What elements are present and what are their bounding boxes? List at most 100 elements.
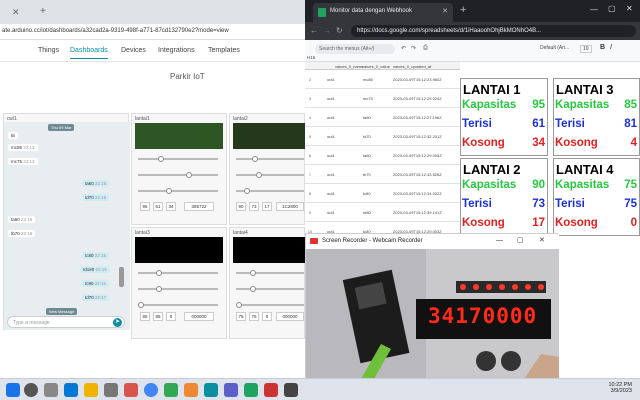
table-cell[interactable]: mc75 <box>363 96 373 101</box>
table-cell[interactable]: 2023-03-09T15:12:32.201Z <box>393 134 442 139</box>
table-cell[interactable]: out1 <box>327 172 335 177</box>
row-number[interactable]: 2 <box>305 77 315 82</box>
back-icon[interactable]: ← <box>310 26 318 35</box>
row-number[interactable]: 7 <box>305 172 315 177</box>
slider-knob[interactable] <box>256 172 262 178</box>
message-input[interactable]: Type a message ➤ <box>7 316 125 328</box>
table-cell[interactable]: td70 <box>363 134 371 139</box>
value-field[interactable]: 000000 <box>276 312 304 321</box>
table-cell[interactable]: 2023-03-09T15:12:33.526Z <box>393 172 442 177</box>
table-row[interactable]: 9 out1 td80 2023-03-09T15:12:39.141Z <box>305 203 460 221</box>
table-row[interactable]: 4 out1 ta60 2023-03-09T15:12:27.196Z <box>305 108 460 126</box>
nav-dashboards[interactable]: Dashboards <box>70 47 108 59</box>
send-icon[interactable]: ➤ <box>113 318 122 327</box>
row-number[interactable]: 6 <box>305 153 315 158</box>
slider-knob[interactable] <box>156 270 162 276</box>
left-url-text[interactable]: ate.arduino.cc/iot/dashboards/a32cad2a-9… <box>2 28 229 34</box>
start-icon[interactable] <box>6 383 20 397</box>
recorder-icon[interactable] <box>264 383 278 397</box>
slider-knob[interactable] <box>138 302 144 308</box>
italic-icon[interactable]: I <box>610 44 612 51</box>
value-field[interactable]: 61 <box>153 202 163 211</box>
table-cell[interactable]: out1 <box>327 134 335 139</box>
nav-integrations[interactable]: Integrations <box>158 47 195 54</box>
slider-knob[interactable] <box>236 302 242 308</box>
slider-knob[interactable] <box>250 270 256 276</box>
table-row[interactable]: 7 out1 tb70 2023-03-09T15:12:33.526Z <box>305 165 460 183</box>
new-message-pill[interactable]: New Message <box>46 308 78 315</box>
close-tab-icon[interactable]: ✕ <box>442 7 448 15</box>
value-field[interactable]: 17 <box>262 202 272 211</box>
table-cell[interactable]: tc80 <box>363 191 371 196</box>
table-cell[interactable]: 2023-03-09T15:12:23.960Z <box>393 77 442 82</box>
teams-icon[interactable] <box>224 383 238 397</box>
new-tab-icon[interactable]: + <box>40 6 46 17</box>
value-field[interactable]: 0 <box>262 312 272 321</box>
value-field[interactable]: 95 <box>140 202 150 211</box>
cell-ref[interactable]: H16 <box>307 55 315 60</box>
undo-icon[interactable]: ↶ <box>401 45 406 52</box>
slider[interactable] <box>138 188 218 194</box>
print-icon[interactable]: ⎙ <box>423 45 428 52</box>
slider-knob[interactable] <box>252 156 258 162</box>
message-scrollbar[interactable] <box>119 267 124 287</box>
font-size-field[interactable]: 10 <box>580 45 592 53</box>
slider[interactable] <box>236 270 304 276</box>
value-field[interactable]: 1C2800 <box>276 202 304 211</box>
slider-knob[interactable] <box>244 188 250 194</box>
value-field[interactable]: 75 <box>249 312 259 321</box>
table-cell[interactable]: 2023-03-09T15:12:39.141Z <box>393 210 442 215</box>
value-field[interactable]: 000000 <box>184 312 214 321</box>
slider-knob[interactable] <box>250 286 256 292</box>
left-address-bar[interactable]: ate.arduino.cc/iot/dashboards/a32cad2a-9… <box>0 24 305 40</box>
value-field[interactable]: 85 <box>140 312 150 321</box>
table-cell[interactable]: 2023-03-09T15:12:29.005Z <box>393 153 442 158</box>
slider[interactable] <box>236 188 304 194</box>
row-number[interactable]: 5 <box>305 134 315 139</box>
slider[interactable] <box>236 172 304 178</box>
slider[interactable] <box>138 172 218 178</box>
table-cell[interactable]: mc85 <box>363 77 373 82</box>
close-tab-icon[interactable]: ✕ <box>12 7 20 18</box>
slider[interactable] <box>138 270 218 276</box>
table-row[interactable]: 3 out1 mc75 2023-03-09T15:12:25.024Z <box>305 89 460 107</box>
file-explorer-icon[interactable] <box>84 383 98 397</box>
spotify-icon[interactable] <box>164 383 178 397</box>
table-cell[interactable]: ta60 <box>363 115 371 120</box>
slider-knob[interactable] <box>156 286 162 292</box>
edge-icon[interactable] <box>64 383 78 397</box>
nav-devices[interactable]: Devices <box>121 47 146 54</box>
store-icon[interactable] <box>104 383 118 397</box>
slider-knob[interactable] <box>158 156 164 162</box>
chrome-icon[interactable] <box>144 383 158 397</box>
slider[interactable] <box>236 156 304 162</box>
slider[interactable] <box>236 302 304 308</box>
slider-knob[interactable] <box>166 188 172 194</box>
row-number[interactable]: 4 <box>305 115 315 120</box>
app-icon[interactable] <box>184 383 198 397</box>
table-cell[interactable]: out1 <box>327 77 335 82</box>
redo-icon[interactable]: ↷ <box>411 45 416 52</box>
row-number[interactable]: 9 <box>305 210 315 215</box>
row-number[interactable]: 8 <box>305 191 315 196</box>
value-field[interactable]: 34 <box>166 202 176 211</box>
close-window-icon[interactable]: ✕ <box>626 4 633 13</box>
right-url-field[interactable]: https://docs.google.com/spreadsheets/d/1… <box>351 25 636 37</box>
sheets-icon[interactable] <box>244 383 258 397</box>
forward-icon[interactable]: → <box>323 26 331 35</box>
table-cell[interactable]: out1 <box>327 153 335 158</box>
table-cell[interactable]: out1 <box>327 191 335 196</box>
close-window-icon[interactable]: ✕ <box>539 236 545 244</box>
minimize-icon[interactable]: — <box>496 237 503 244</box>
task-view-icon[interactable] <box>44 383 58 397</box>
table-cell[interactable]: tb70 <box>363 172 371 177</box>
arduino-icon[interactable] <box>204 383 218 397</box>
table-cell[interactable]: 2023-03-09T15:12:27.196Z <box>393 115 442 120</box>
value-field[interactable]: 73 <box>249 202 259 211</box>
search-icon[interactable] <box>24 383 38 397</box>
taskbar-clock[interactable]: 10:22 PM 3/9/2023 <box>608 382 632 394</box>
sheets-tab[interactable]: Monitor data dengan Webhook ✕ <box>313 3 453 22</box>
maximize-icon[interactable]: ▢ <box>608 4 616 13</box>
new-tab-icon[interactable]: + <box>460 4 466 16</box>
table-cell[interactable]: out1 <box>327 96 335 101</box>
